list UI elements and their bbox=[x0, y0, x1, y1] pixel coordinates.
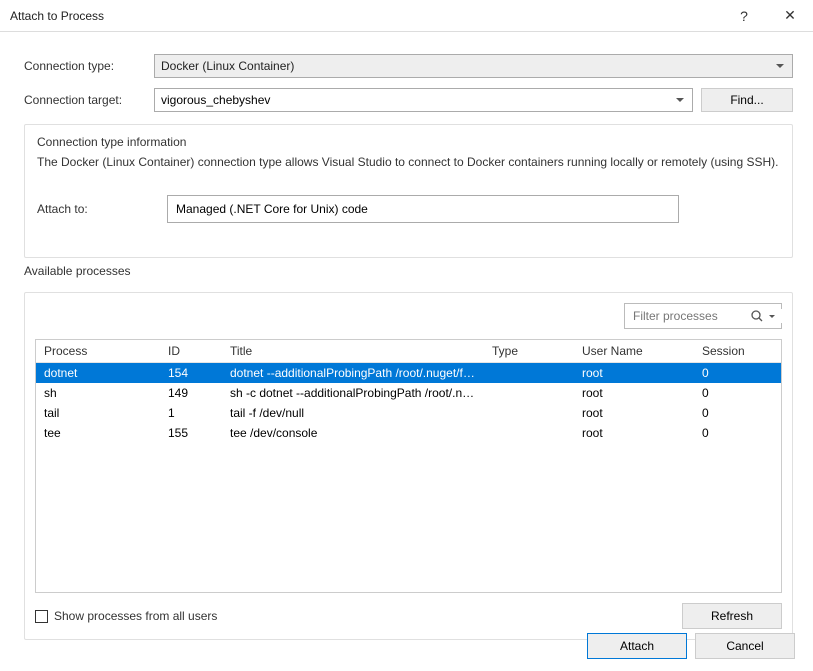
titlebar: Attach to Process ? ✕ bbox=[0, 0, 813, 32]
connection-type-label: Connection type: bbox=[24, 59, 154, 73]
cell-id: 155 bbox=[160, 423, 222, 443]
attach-to-label: Attach to: bbox=[37, 202, 167, 216]
search-icon[interactable] bbox=[751, 310, 775, 323]
checkbox-box[interactable] bbox=[35, 610, 48, 623]
table-row[interactable]: tee155tee /dev/console root0 bbox=[36, 423, 781, 443]
connection-target-input[interactable] bbox=[161, 93, 670, 107]
processes-panel: Process ID Title Type User Name Session … bbox=[24, 292, 793, 640]
cell-id: 154 bbox=[160, 363, 222, 384]
cell-session: 0 bbox=[694, 363, 781, 384]
connection-info-group: Connection type information The Docker (… bbox=[24, 124, 793, 258]
cell-type bbox=[484, 363, 574, 384]
column-header-process[interactable]: Process bbox=[36, 340, 160, 363]
help-button[interactable]: ? bbox=[721, 0, 767, 32]
cell-user: root bbox=[574, 403, 694, 423]
show-all-users-label: Show processes from all users bbox=[54, 609, 217, 623]
cell-user: root bbox=[574, 383, 694, 403]
cell-title: dotnet --additionalProbingPath /root/.nu… bbox=[222, 363, 484, 384]
table-row[interactable]: tail1tail -f /dev/null root0 bbox=[36, 403, 781, 423]
table-row[interactable]: sh149sh -c dotnet --additionalProbingPat… bbox=[36, 383, 781, 403]
column-header-type[interactable]: Type bbox=[484, 340, 574, 363]
cell-process: tail bbox=[36, 403, 160, 423]
window-title: Attach to Process bbox=[10, 9, 721, 23]
cell-id: 1 bbox=[160, 403, 222, 423]
refresh-button[interactable]: Refresh bbox=[682, 603, 782, 629]
show-all-users-checkbox[interactable]: Show processes from all users bbox=[35, 609, 217, 623]
connection-target-dropdown[interactable] bbox=[154, 88, 693, 112]
connection-target-label: Connection target: bbox=[24, 93, 154, 107]
cell-title: sh -c dotnet --additionalProbingPath /ro… bbox=[222, 383, 484, 403]
column-header-id[interactable]: ID bbox=[160, 340, 222, 363]
cell-type bbox=[484, 423, 574, 443]
cell-process: tee bbox=[36, 423, 160, 443]
cell-type bbox=[484, 403, 574, 423]
processes-table-container[interactable]: Process ID Title Type User Name Session … bbox=[35, 339, 782, 593]
cell-session: 0 bbox=[694, 423, 781, 443]
column-header-session[interactable]: Session bbox=[694, 340, 781, 363]
column-header-title[interactable]: Title bbox=[222, 340, 484, 363]
cell-type bbox=[484, 383, 574, 403]
connection-info-description: The Docker (Linux Container) connection … bbox=[37, 153, 780, 171]
cell-user: root bbox=[574, 423, 694, 443]
cell-process: sh bbox=[36, 383, 160, 403]
processes-table: Process ID Title Type User Name Session … bbox=[36, 340, 781, 443]
close-button[interactable]: ✕ bbox=[767, 0, 813, 32]
attach-to-field[interactable]: Managed (.NET Core for Unix) code bbox=[167, 195, 679, 223]
column-header-user[interactable]: User Name bbox=[574, 340, 694, 363]
cell-session: 0 bbox=[694, 383, 781, 403]
attach-button[interactable]: Attach bbox=[587, 633, 687, 659]
connection-info-title: Connection type information bbox=[37, 135, 780, 149]
cell-id: 149 bbox=[160, 383, 222, 403]
filter-processes-box[interactable] bbox=[624, 303, 782, 329]
cell-session: 0 bbox=[694, 403, 781, 423]
find-button[interactable]: Find... bbox=[701, 88, 793, 112]
cell-process: dotnet bbox=[36, 363, 160, 384]
table-row[interactable]: dotnet154dotnet --additionalProbingPath … bbox=[36, 363, 781, 384]
cell-title: tee /dev/console bbox=[222, 423, 484, 443]
cell-user: root bbox=[574, 363, 694, 384]
connection-type-dropdown[interactable]: Docker (Linux Container) bbox=[154, 54, 793, 78]
available-processes-label: Available processes bbox=[24, 264, 801, 278]
cancel-button[interactable]: Cancel bbox=[695, 633, 795, 659]
cell-title: tail -f /dev/null bbox=[222, 403, 484, 423]
